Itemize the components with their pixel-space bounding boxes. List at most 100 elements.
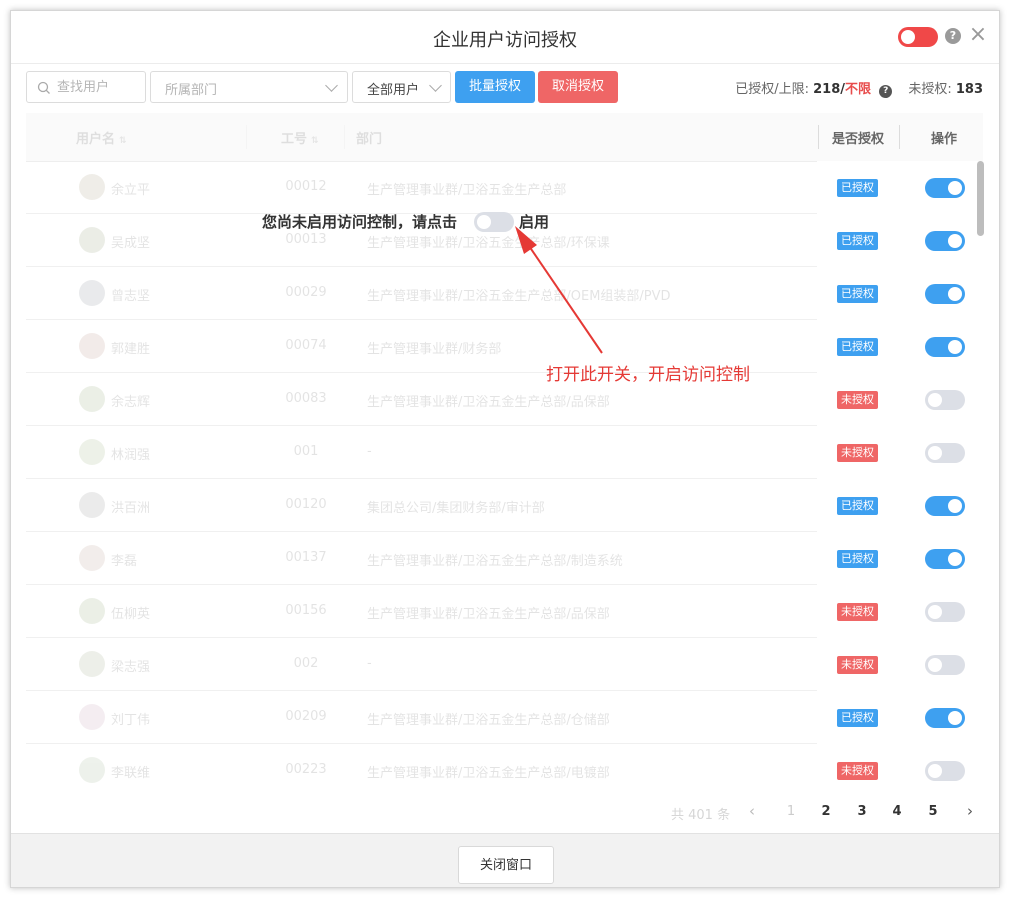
cancel-authorize-button[interactable]: 取消授权 [538,71,618,103]
status-badge: 未授权 [837,391,878,409]
batch-authorize-button[interactable]: 批量授权 [455,71,535,103]
user-department: 生产管理事业群/卫浴五金生产总部/品保部 [367,607,610,622]
user-filter-value: 全部用户 [367,83,420,98]
table-row[interactable]: 李磊 00137 生产管理事业群/卫浴五金生产总部/制造系统 已授权 [26,532,983,585]
chevron-down-icon [429,79,442,92]
authorize-switch[interactable] [925,284,965,304]
employee-number: 001 [293,444,319,459]
close-window-button[interactable]: 关闭窗口 [458,846,554,884]
switch-knob [948,287,962,301]
toolbar: 所属部门 全部用户 批量授权 取消授权 已授权/上限: 218/不限 ? 未授权… [11,71,999,105]
status-badge: 未授权 [837,603,878,621]
question-circle-icon[interactable]: ? [879,85,893,98]
employee-number: 00223 [285,762,327,777]
search-input[interactable] [57,77,141,97]
page-2[interactable]: 2 [816,804,836,819]
user-filter-select[interactable]: 全部用户 [352,71,451,103]
status-badge: 已授权 [837,285,878,303]
switch-knob [477,215,491,229]
status-badge: 已授权 [837,179,878,197]
header-emp-no-label: 工号 [281,132,308,147]
column-divider [818,125,819,149]
status-badge: 已授权 [837,497,878,515]
authorize-switch[interactable] [925,549,965,569]
switch-knob [948,340,962,354]
page-1[interactable]: 1 [781,804,801,819]
authorize-switch[interactable] [925,708,965,728]
table-row[interactable]: 林润强 001 - 未授权 [26,426,983,479]
user-department: 生产管理事业群/卫浴五金生产总部/品保部 [367,395,610,410]
status-badge: 已授权 [837,550,878,568]
annotation-arrow-icon [515,226,603,354]
switch-knob [948,499,962,513]
authorize-switch[interactable] [925,602,965,622]
authorize-switch[interactable] [925,655,965,675]
authorize-switch[interactable] [925,178,965,198]
avatar [79,492,105,518]
table-row[interactable]: 余志辉 00083 生产管理事业群/卫浴五金生产总部/品保部 未授权 [26,373,983,426]
authorization-cell: 已授权 [817,320,983,373]
page-5[interactable]: 5 [923,804,943,819]
search-box[interactable] [26,71,146,103]
table-row[interactable]: 梁志强 002 - 未授权 [26,638,983,691]
access-control-header-toggle[interactable] [898,27,938,47]
sort-icon: ⇅ [119,136,127,146]
user-department: 集团总公司/集团财务部/审计部 [367,501,545,516]
header-username[interactable]: 用户名 ⇅ [76,128,127,147]
scrollbar-thumb[interactable] [977,161,984,236]
authorize-switch[interactable] [925,231,965,251]
department-select[interactable]: 所属部门 [150,71,348,103]
avatar [79,704,105,730]
status-badge: 未授权 [837,444,878,462]
user-name: 梁志强 [111,660,151,675]
table-row[interactable]: 李联维 00223 生产管理事业群/卫浴五金生产总部/电镀部 未授权 [26,744,983,795]
header-dept: 部门 [356,132,383,147]
user-department: 生产管理事业群/财务部 [367,342,502,357]
user-name: 余志辉 [111,395,151,410]
toggle-knob [901,30,915,44]
table-row[interactable]: 洪百洲 00120 集团总公司/集团财务部/审计部 已授权 [26,479,983,532]
page-4[interactable]: 4 [887,804,907,819]
user-name: 刘丁伟 [111,713,151,728]
authorize-switch[interactable] [925,390,965,410]
employee-number: 00120 [285,497,327,512]
limit-value: 不限 [845,82,872,97]
pagination: 共 401 条 ‹ 1 2 3 4 5 › [661,801,991,823]
row-faded-cells: 余立平 00012 生产管理事业群/卫浴五金生产总部 [26,161,806,214]
pagination-total: 共 401 条 [671,808,731,823]
chevron-left-icon[interactable]: ‹ [749,802,755,820]
header-emp-no[interactable]: 工号 ⇅ [281,128,319,147]
authorize-switch[interactable] [925,337,965,357]
authorize-switch[interactable] [925,496,965,516]
user-department: 生产管理事业群/卫浴五金生产总部/仓储部 [367,713,610,728]
avatar [79,598,105,624]
authorize-switch[interactable] [925,443,965,463]
authorization-cell: 未授权 [817,638,983,691]
table-row[interactable]: 余立平 00012 生产管理事业群/卫浴五金生产总部 已授权 [26,161,983,214]
employee-number: 00029 [285,285,327,300]
row-faded-cells: 李联维 00223 生产管理事业群/卫浴五金生产总部/电镀部 [26,744,806,795]
authorization-cell: 已授权 [817,161,983,214]
authorization-stats: 已授权/上限: 218/不限 ? 未授权: 183 [735,78,983,98]
row-faded-cells: 伍柳英 00156 生产管理事业群/卫浴五金生产总部/品保部 [26,585,806,638]
user-department: 生产管理事业群/卫浴五金生产总部/电镀部 [367,766,610,781]
switch-knob [928,393,942,407]
authorization-cell: 已授权 [817,214,983,267]
table-scrollbar[interactable] [977,161,984,793]
chevron-right-icon[interactable]: › [967,802,973,820]
unauthorized-count: 183 [955,82,983,97]
close-icon[interactable]: × [968,23,988,47]
row-faded-cells: 李磊 00137 生产管理事业群/卫浴五金生产总部/制造系统 [26,532,806,585]
switch-knob [948,181,962,195]
page-3[interactable]: 3 [852,804,872,819]
table-row[interactable]: 伍柳英 00156 生产管理事业群/卫浴五金生产总部/品保部 未授权 [26,585,983,638]
employee-number: 00137 [285,550,327,565]
authorized-label: 已授权/上限: [735,82,809,97]
table-row[interactable]: 刘丁伟 00209 生产管理事业群/卫浴五金生产总部/仓储部 已授权 [26,691,983,744]
question-circle-icon[interactable]: ? [945,28,961,44]
switch-knob [948,711,962,725]
authorize-switch[interactable] [925,761,965,781]
user-name: 李联维 [111,766,151,781]
authorization-cell: 未授权 [817,744,983,795]
unauthorized-label: 未授权: [908,82,952,97]
